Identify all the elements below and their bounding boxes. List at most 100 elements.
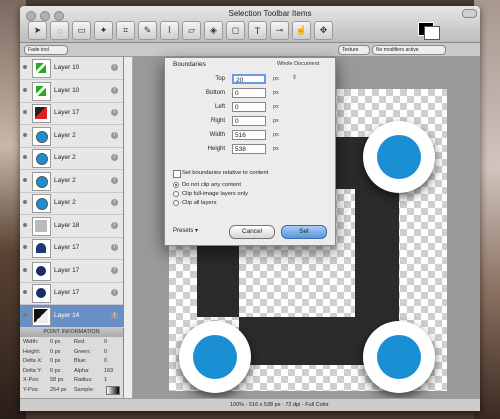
set-button[interactable]: Set [281, 225, 327, 239]
layer-row[interactable]: Layer 17 i [20, 237, 123, 260]
visibility-eye-icon[interactable] [23, 245, 27, 249]
layer-row[interactable]: Layer 14 i [20, 304, 123, 328]
field-input[interactable]: 0 [232, 88, 266, 98]
layer-thumbnail [32, 81, 51, 101]
lasso-icon[interactable]: ◌ [50, 21, 69, 40]
layer-info-icon[interactable]: i [111, 86, 118, 94]
field-input[interactable]: 538 [232, 144, 266, 154]
layer-thumbnail [32, 216, 51, 236]
move-icon[interactable]: ✥ [314, 21, 333, 40]
layer-row[interactable]: Layer 2 i [20, 192, 123, 215]
arrow-icon[interactable]: ➤ [28, 21, 47, 40]
cancel-button[interactable]: Cancel [229, 225, 275, 239]
chevron-down-icon: ▾ [195, 228, 199, 234]
point-info-label: Y-Pos: [23, 386, 40, 393]
fade-tool-option[interactable]: Fade tool [24, 45, 68, 55]
layer-thumbnail [32, 306, 51, 326]
field-input[interactable]: 0 [232, 102, 266, 112]
visibility-eye-icon[interactable] [23, 87, 27, 92]
visibility-eye-icon[interactable] [23, 110, 27, 114]
crop-icon[interactable]: ⌗ [116, 21, 135, 40]
visibility-eye-icon[interactable] [23, 290, 27, 294]
close-window-button[interactable] [26, 11, 36, 21]
layer-info-icon[interactable]: i [111, 289, 118, 296]
thumbnail-shape [36, 63, 46, 73]
layer-row[interactable]: Layer 10 i [20, 80, 123, 103]
layer-name: Layer 2 [54, 199, 76, 206]
layer-info-icon[interactable]: i [111, 199, 118, 206]
layer-row[interactable]: Layer 17 i [20, 260, 123, 283]
layer-name: Layer 18 [54, 221, 80, 229]
layer-row[interactable]: Layer 2 i [20, 147, 123, 170]
brush-icon[interactable]: ⌇ [160, 21, 179, 40]
point-info-value: 0 [104, 348, 108, 355]
layer-row[interactable]: Layer 17 i [20, 102, 123, 125]
magic-wand-icon[interactable]: ✦ [94, 21, 113, 40]
visibility-eye-icon[interactable] [23, 132, 27, 137]
clip-radio[interactable] [173, 191, 179, 197]
layer-name: Layer 17 [54, 266, 80, 274]
layer-row[interactable]: Layer 17 i [20, 282, 123, 305]
background-color-swatch[interactable] [424, 26, 440, 40]
field-label: Right [210, 118, 225, 124]
toolbar-toggle-button[interactable] [462, 9, 477, 18]
stepper-icon[interactable]: ⇕ [292, 74, 297, 81]
layer-name: Layer 17 [54, 109, 80, 116]
smudge-icon[interactable]: ☝ [292, 21, 311, 40]
layer-info-icon[interactable]: i [111, 176, 118, 184]
visibility-eye-icon[interactable] [23, 177, 27, 182]
eyedropper-icon[interactable]: ⊸ [270, 21, 289, 40]
field-input[interactable]: 20 [232, 74, 266, 84]
minimize-window-button[interactable] [40, 11, 50, 21]
text-icon[interactable]: T [248, 21, 267, 40]
point-info-value: 58 px [50, 377, 64, 383]
layer-name: Layer 2 [54, 176, 76, 184]
point-info-value: 0 [104, 358, 108, 364]
visibility-eye-icon[interactable] [23, 312, 27, 317]
visibility-eye-icon[interactable] [23, 65, 27, 69]
relative-checkbox[interactable] [173, 170, 181, 178]
modifiers-dropdown[interactable]: No modifiers active [372, 45, 446, 55]
point-info-value: 254 px [50, 386, 67, 393]
layer-info-icon[interactable]: i [111, 109, 118, 116]
zoom-window-button[interactable] [54, 11, 64, 21]
point-information-panel: POINT INFORMATION Width: 0 px Height: 0 px D… [20, 328, 124, 398]
point-info-label: Green: [74, 348, 91, 355]
clip-radio-label: Clip all layers [182, 200, 217, 206]
texture-option[interactable]: Texture [338, 45, 370, 55]
layer-row[interactable]: Layer 10 i [20, 57, 123, 80]
eraser-icon[interactable]: ▱ [182, 21, 201, 40]
presets-dropdown[interactable]: Presets ▾ [173, 227, 198, 234]
clip-radio[interactable] [173, 182, 179, 188]
layer-info-icon[interactable]: i [111, 64, 118, 71]
field-input[interactable]: 516 [232, 130, 266, 140]
visibility-eye-icon[interactable] [23, 155, 27, 159]
layer-info-icon[interactable]: i [111, 311, 118, 319]
visibility-eye-icon[interactable] [23, 267, 27, 272]
fill-icon[interactable]: ◈ [204, 21, 223, 40]
layer-name: Layer 2 [54, 154, 76, 161]
layer-info-icon[interactable]: i [111, 154, 118, 161]
field-input[interactable]: 0 [232, 116, 266, 126]
relative-checkbox-label: Set boundaries relative to content [182, 170, 269, 176]
presets-label: Presets [173, 228, 194, 234]
clip-radio[interactable] [173, 200, 179, 206]
layer-info-icon[interactable]: i [111, 244, 118, 251]
status-text: 100% - 516 x 538 px - 72 dpi - Full Colo… [230, 402, 329, 408]
layer-info-icon[interactable]: i [111, 221, 118, 229]
layer-row[interactable]: Layer 2 i [20, 170, 123, 193]
marquee-icon[interactable]: ▭ [72, 21, 91, 40]
layer-thumbnail [32, 194, 51, 213]
field-label: Bottom [205, 90, 225, 96]
point-info-label: Blue: [74, 358, 87, 364]
visibility-eye-icon[interactable] [23, 222, 27, 227]
layer-info-icon[interactable]: i [111, 131, 118, 139]
layer-row[interactable]: Layer 2 i [20, 125, 123, 148]
shape-icon[interactable]: ◻ [226, 21, 245, 40]
pencil-icon[interactable]: ✎ [138, 21, 157, 40]
visibility-eye-icon[interactable] [23, 200, 27, 204]
point-info-value: 0 px [50, 358, 61, 364]
layer-info-icon[interactable]: i [111, 266, 118, 274]
sample-gradient [106, 386, 120, 395]
layer-row[interactable]: Layer 18 i [20, 215, 123, 238]
